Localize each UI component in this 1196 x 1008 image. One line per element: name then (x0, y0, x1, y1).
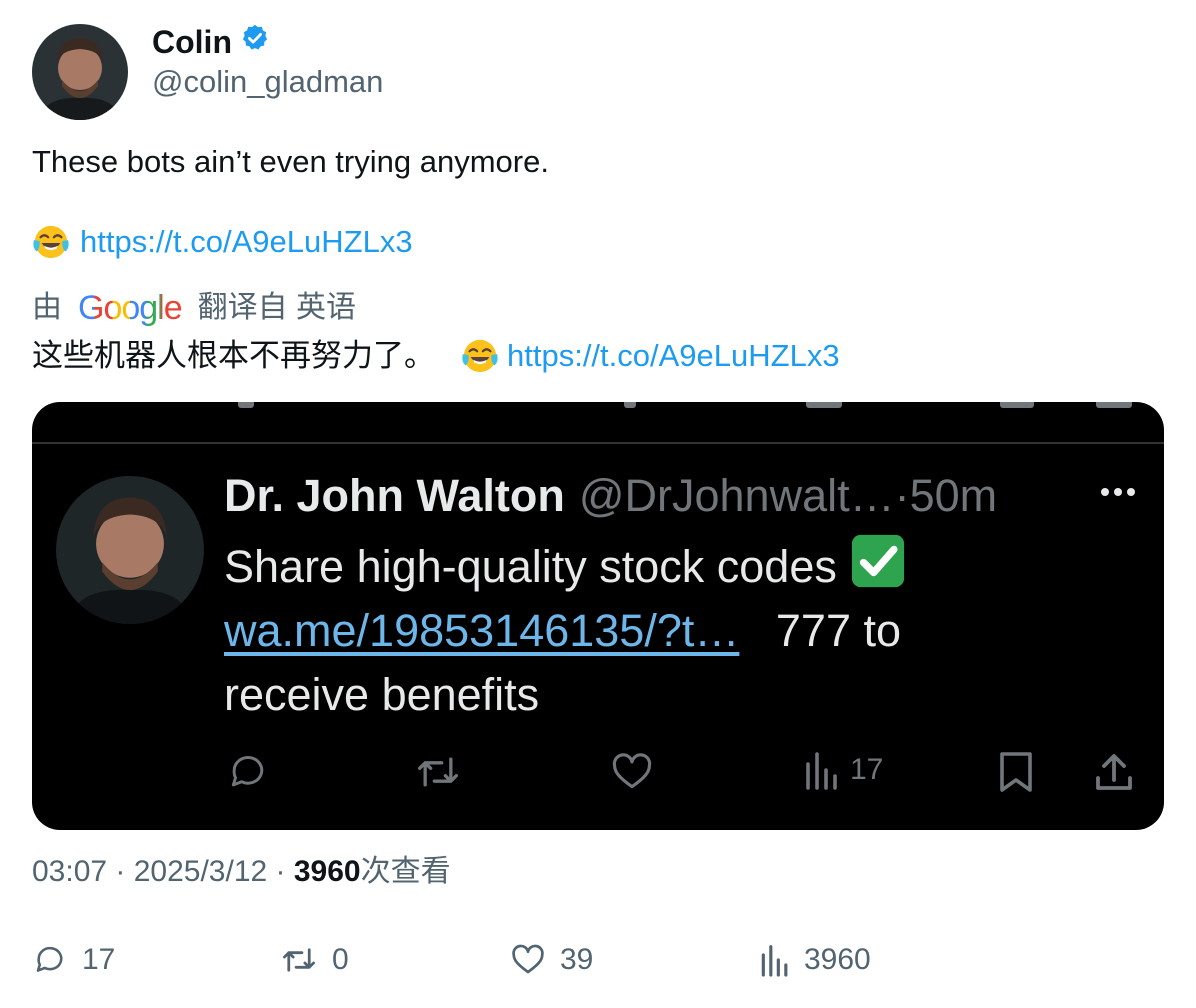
reply-button[interactable]: 17 (32, 940, 115, 980)
tears-of-joy-emoji-icon (32, 223, 70, 261)
embedded-after-link: 777 to (775, 605, 902, 656)
embedded-handle-time: @DrJohnwalt…·50m (578, 470, 998, 521)
translation-suffix[interactable]: 翻译自 英语 (198, 288, 356, 328)
verified-badge-icon (240, 22, 270, 62)
like-count: 39 (560, 943, 594, 976)
translated-text: 这些机器人根本不再努力了。 (32, 338, 435, 373)
embedded-reply-icon (226, 750, 270, 794)
retweet-icon (282, 948, 316, 972)
translation-prefix: 由 (32, 291, 62, 324)
tears-of-joy-emoji-icon (461, 337, 499, 375)
embedded-share-icon (1094, 750, 1134, 794)
views-icon (761, 945, 788, 977)
check-mark-emoji-icon (849, 532, 907, 590)
like-button[interactable]: 39 (510, 940, 593, 980)
embedded-bookmark-icon (998, 750, 1034, 794)
embedded-views-icon (806, 752, 837, 790)
translated-text-row: 这些机器人根本不再努力了。 https://t.co/A9eLuHZLx3 (32, 336, 840, 376)
tweet-time-date[interactable]: 03:07 · 2025/3/12 · (32, 855, 294, 888)
like-icon (512, 944, 544, 974)
tweet-link-row: https://t.co/A9eLuHZLx3 (32, 222, 413, 262)
tweet-link[interactable]: https://t.co/A9eLuHZLx3 (80, 222, 413, 262)
embedded-line-1-text: Share high-quality stock codes (224, 541, 837, 592)
retweet-button[interactable]: 0 (280, 940, 349, 980)
author-handle[interactable]: @colin_gladman (152, 62, 383, 102)
author-name-text: Colin (152, 24, 232, 60)
embedded-name: Dr. John Walton (224, 470, 565, 521)
tweet-text: These bots ain’t even trying anymore. (32, 144, 549, 179)
embedded-views: 17 (804, 750, 883, 790)
embedded-avatar (56, 476, 204, 624)
views-count: 3960 (804, 943, 871, 976)
embedded-line-2: wa.me/19853146135/?t… 777 to (224, 599, 1124, 663)
avatar-image (56, 476, 204, 624)
more-icon (1100, 484, 1136, 502)
embedded-header: Dr. John Walton @DrJohnwalt…·50m (224, 468, 997, 524)
reply-count: 17 (82, 943, 116, 976)
embedded-retweet-icon (414, 750, 462, 794)
author-avatar[interactable] (32, 24, 128, 120)
embedded-line-1: Share high-quality stock codes (224, 532, 1124, 599)
embedded-views-count: 17 (850, 753, 884, 786)
reply-icon (36, 946, 63, 972)
retweet-count: 0 (332, 943, 349, 976)
embedded-like-icon (610, 750, 654, 794)
author-display-name[interactable]: Colin (152, 22, 270, 62)
translated-link[interactable]: https://t.co/A9eLuHZLx3 (507, 336, 840, 376)
avatar-image (32, 24, 128, 120)
google-logo: Google (78, 289, 183, 327)
translation-header: 由 Google 翻译自 英语 (32, 288, 356, 328)
tweet-meta: 03:07 · 2025/3/12 · 3960次查看 (32, 852, 451, 892)
divider (32, 442, 1164, 444)
embedded-text: Share high-quality stock codes wa.me/198… (224, 532, 1124, 727)
media-screenshot[interactable]: Dr. John Walton @DrJohnwalt…·50m Share h… (32, 402, 1164, 830)
views-button[interactable]: 3960 (760, 940, 871, 980)
embedded-line-3: receive benefits (224, 669, 540, 720)
tweet-views-label: 次查看 (360, 855, 451, 888)
tweet-views-count: 3960 (293, 855, 361, 888)
embedded-link: wa.me/19853146135/?t… (224, 605, 740, 656)
